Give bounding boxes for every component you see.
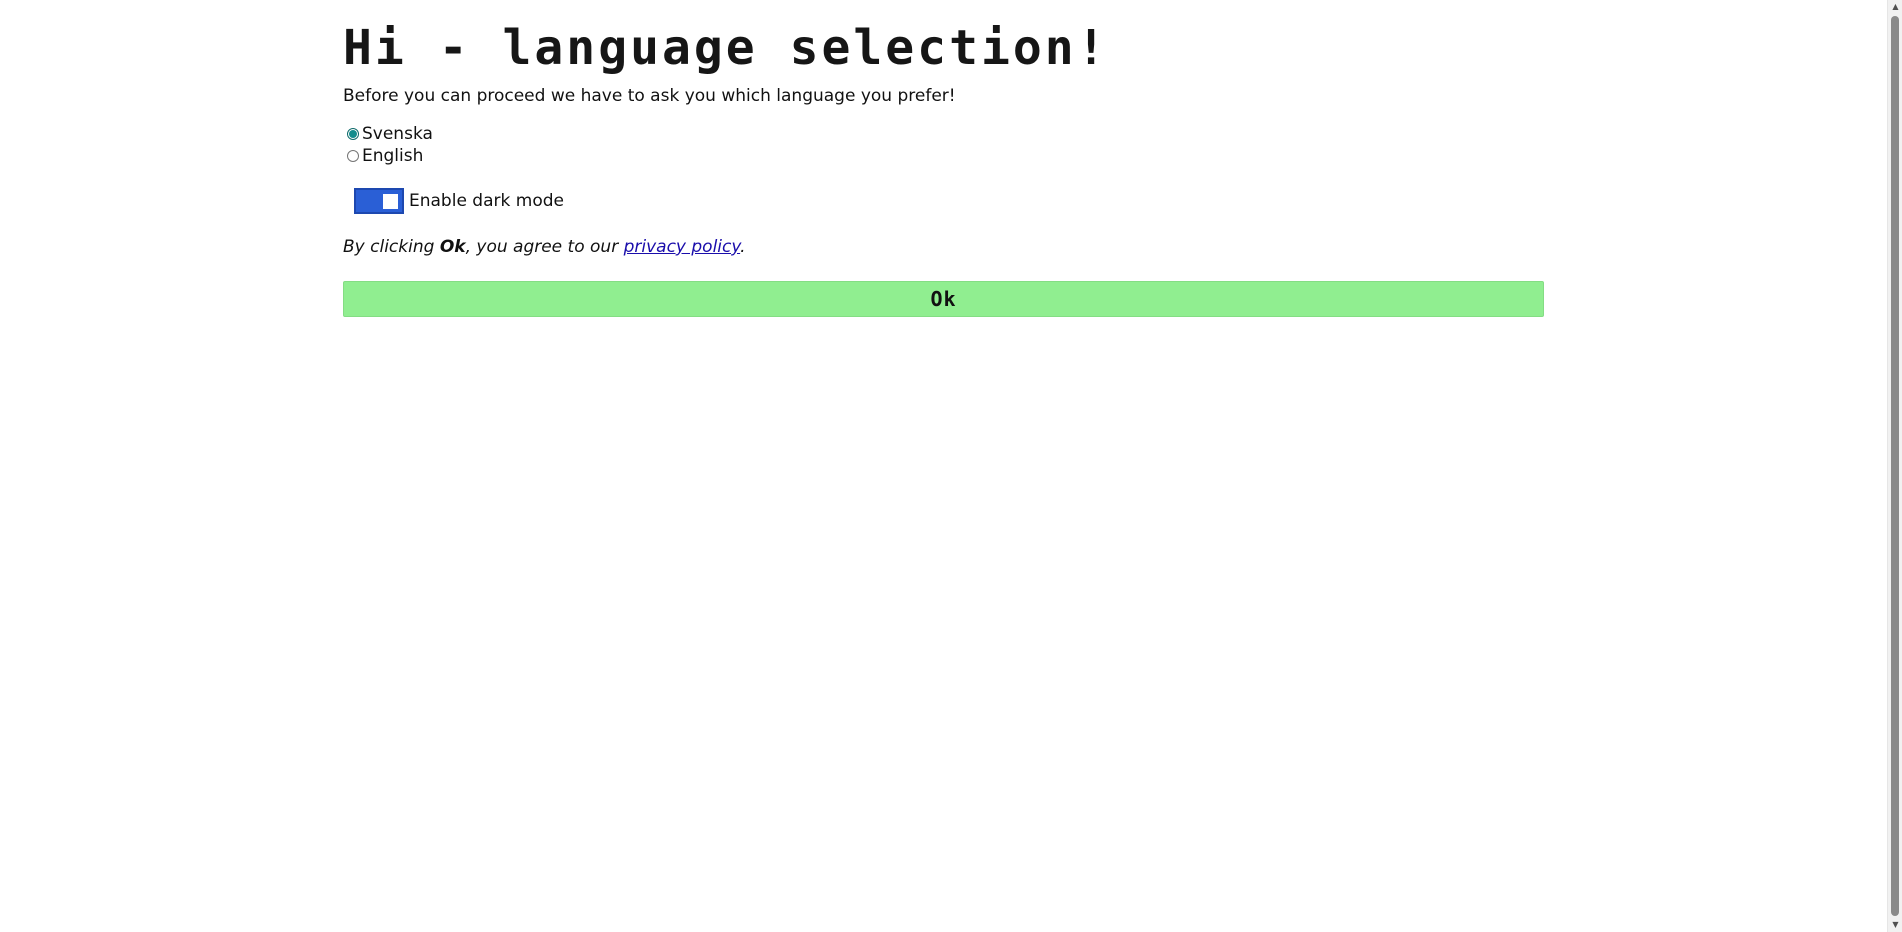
language-label-english: English xyxy=(362,146,424,166)
radio-english[interactable] xyxy=(347,150,359,162)
page: Hi - language selection! Before you can … xyxy=(0,0,1902,932)
intro-text: Before you can proceed we have to ask yo… xyxy=(343,86,956,106)
dark-mode-label: Enable dark mode xyxy=(409,191,564,211)
agreement-prefix: By clicking xyxy=(343,237,440,257)
scrollbar-thumb[interactable] xyxy=(1891,16,1899,916)
radio-svenska[interactable] xyxy=(347,128,359,140)
language-option-svenska[interactable]: Svenska xyxy=(347,123,433,145)
dark-mode-toggle[interactable] xyxy=(354,188,404,214)
chevron-up-icon[interactable]: ▲ xyxy=(1888,0,1902,14)
toggle-knob xyxy=(383,194,398,209)
agreement-suffix: . xyxy=(740,237,746,257)
privacy-policy-link[interactable]: privacy policy xyxy=(624,237,741,257)
agreement-bold-ok: Ok xyxy=(439,237,466,257)
language-option-english[interactable]: English xyxy=(347,145,423,167)
ok-button[interactable]: Ok xyxy=(343,281,1544,317)
agreement-middle: , you agree to our xyxy=(465,237,624,257)
language-label-svenska: Svenska xyxy=(362,124,433,144)
dark-mode-row: Enable dark mode xyxy=(354,188,564,214)
agreement-text: By clicking Ok, you agree to our privacy… xyxy=(343,236,746,258)
vertical-scrollbar[interactable]: ▲ ▼ xyxy=(1887,0,1902,932)
page-title: Hi - language selection! xyxy=(343,20,1109,76)
chevron-down-icon[interactable]: ▼ xyxy=(1888,918,1902,932)
